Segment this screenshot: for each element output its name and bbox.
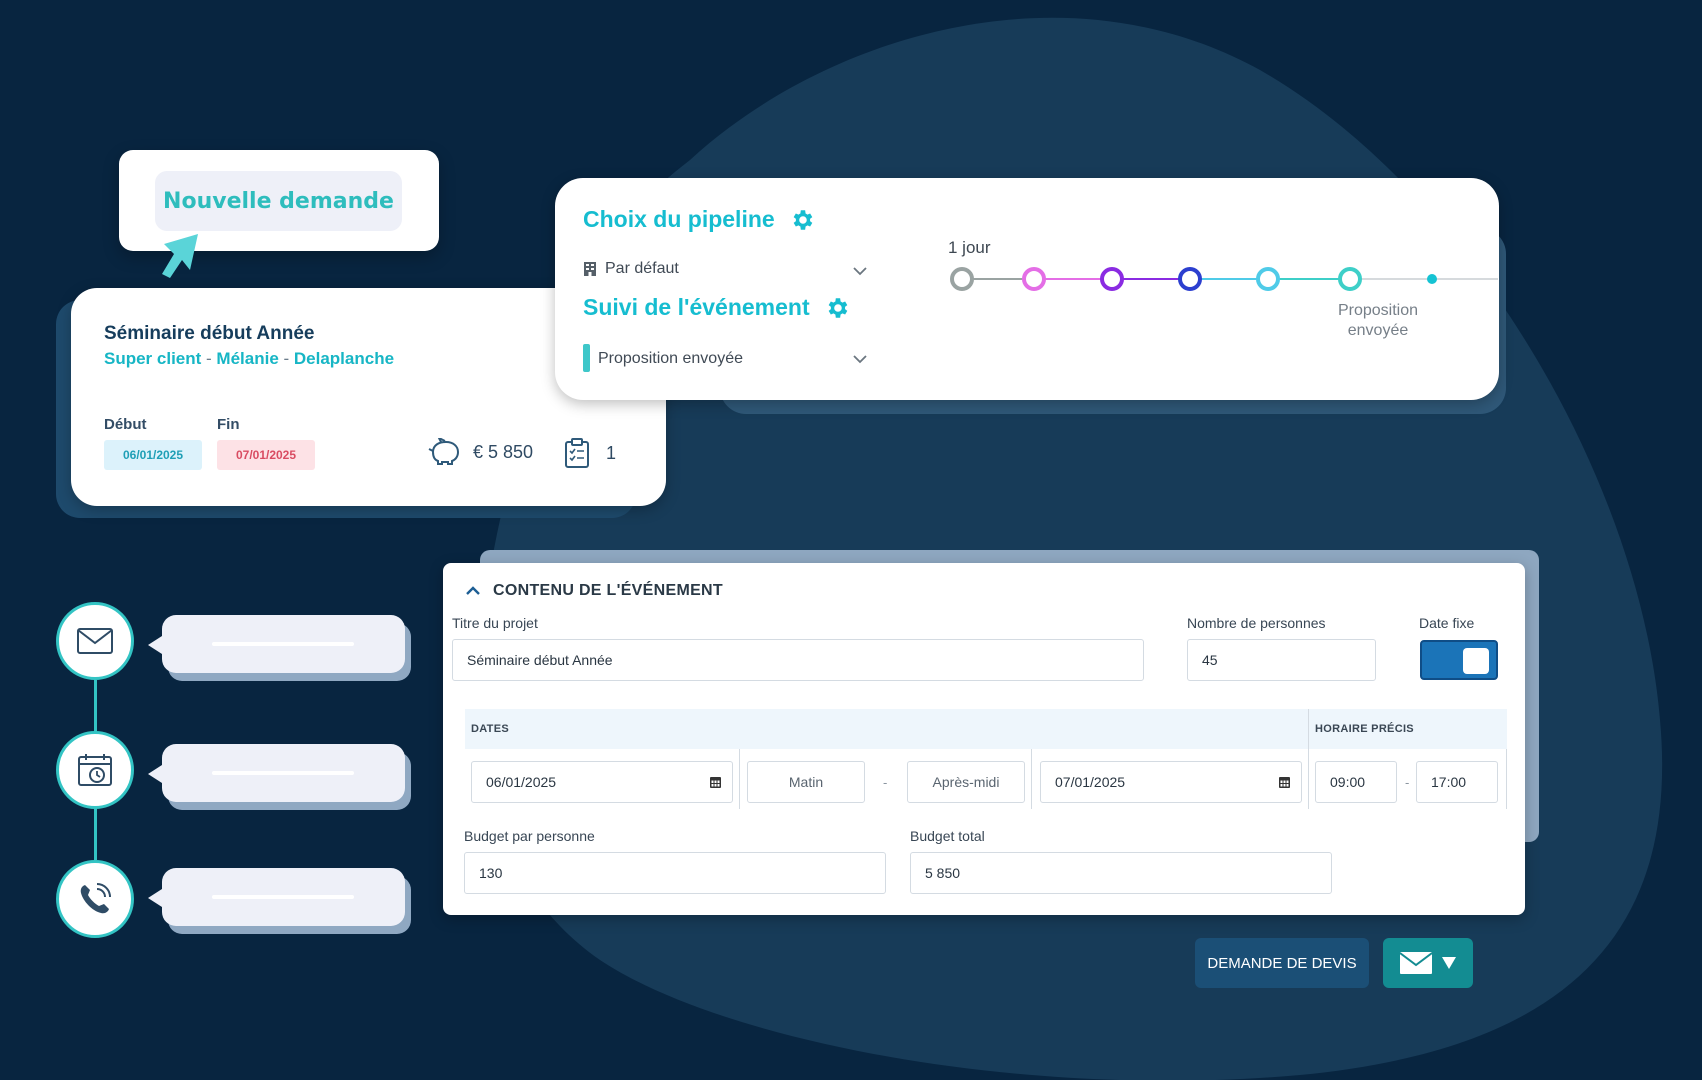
calendar-clock-icon	[78, 754, 112, 786]
event-title: Séminaire début Année	[104, 323, 315, 344]
timeline-stage-dot	[1022, 267, 1046, 291]
pipeline-select[interactable]: Par défaut	[583, 260, 679, 278]
pipeline-select-value: Par défaut	[605, 260, 679, 277]
calendar-channel[interactable]	[56, 731, 134, 809]
people-label: Nombre de personnes	[1187, 615, 1326, 631]
phone-call-icon	[80, 883, 111, 914]
chevron-down-icon[interactable]	[852, 266, 868, 276]
phone-bubble	[148, 868, 405, 926]
timeline-stage-dot	[1178, 267, 1202, 291]
column-separator	[739, 749, 740, 809]
end-label: Fin	[217, 416, 240, 433]
pipeline-timeline	[950, 267, 1498, 291]
clipboard-list-icon	[565, 438, 589, 468]
time-separator: -	[1405, 775, 1410, 790]
end-time-input[interactable]: 17:00	[1416, 761, 1498, 803]
mail-bubble	[148, 615, 405, 673]
event-stage-select[interactable]: Proposition envoyée	[598, 350, 743, 368]
timeline-stage-dot	[950, 267, 974, 291]
end-period-select[interactable]: Après-midi	[907, 761, 1025, 803]
start-date-input[interactable]: 06/01/2025	[471, 761, 733, 803]
stage-color-bar	[583, 344, 590, 372]
channel-connector	[94, 808, 97, 860]
event-client: Super client - Mélanie - Delaplanche	[104, 349, 395, 368]
timeline-duration: 1 jour	[948, 238, 991, 257]
start-label: Début	[104, 416, 147, 433]
placeholder-line	[212, 642, 354, 646]
start-date-value: 06/01/2025	[486, 774, 557, 790]
calendar-bubble	[148, 744, 405, 802]
fixed-date-toggle[interactable]	[1420, 640, 1498, 680]
caret-down-icon	[1442, 957, 1456, 969]
column-separator	[1031, 749, 1032, 809]
chevron-down-icon[interactable]	[852, 354, 868, 364]
timeline-stage-label: Proposition envoyée	[1337, 302, 1419, 339]
pipeline-card: Choix du pipeline Par défaut Suivi de l'…	[555, 178, 1499, 400]
dates-header: DATES	[471, 723, 509, 735]
start-period-select[interactable]: Matin	[747, 761, 865, 803]
send-mail-dropdown-button[interactable]	[1383, 938, 1473, 988]
people-input[interactable]: 45	[1187, 639, 1376, 681]
piggy-bank-icon	[428, 438, 460, 465]
event-stage-value: Proposition envoyée	[598, 350, 743, 367]
timeline-stage-dot	[1338, 267, 1362, 291]
start-date-badge: 06/01/2025	[104, 440, 202, 470]
gear-icon[interactable]	[789, 207, 815, 233]
tasks-count: 1	[606, 442, 617, 463]
column-separator	[1506, 749, 1507, 809]
gear-icon[interactable]	[824, 295, 850, 321]
calendar-icon[interactable]	[1278, 775, 1291, 789]
time-header: HORAIRE PRÉCIS	[1315, 723, 1414, 735]
timeline-stage-dot	[1427, 274, 1437, 284]
fixed-date-label: Date fixe	[1419, 615, 1475, 631]
end-date-input[interactable]: 07/01/2025	[1040, 761, 1302, 803]
event-tracking-heading: Suivi de l'événement	[583, 294, 850, 321]
budget-value: € 5 850	[473, 441, 534, 462]
event-tracking-title: Suivi de l'événement	[583, 294, 810, 320]
section-header[interactable]: CONTENU DE L'ÉVÉNEMENT	[465, 582, 723, 600]
contact-last-name: Delaplanche	[293, 349, 395, 368]
start-time-input[interactable]: 09:00	[1315, 761, 1397, 803]
client-name: Super client	[104, 349, 202, 368]
placeholder-line	[212, 895, 354, 899]
timeline-stage-dot	[1256, 267, 1280, 291]
mail-icon	[77, 628, 113, 654]
toggle-knob	[1463, 648, 1489, 674]
end-date-badge: 07/01/2025	[217, 440, 315, 470]
building-icon	[584, 262, 596, 276]
chevron-up-icon[interactable]	[465, 586, 481, 596]
budget-total-input[interactable]: 5 850	[910, 852, 1332, 894]
project-title-input[interactable]: Séminaire début Année	[452, 639, 1144, 681]
budget-stat: € 5 850	[427, 438, 533, 466]
period-separator: -	[883, 775, 888, 790]
budget-total-label: Budget total	[910, 828, 985, 844]
event-content-form: CONTENU DE L'ÉVÉNEMENT Titre du projet S…	[443, 563, 1525, 915]
header-separator	[1308, 709, 1309, 749]
calendar-icon[interactable]	[709, 775, 722, 789]
timeline-stage-dot	[1100, 267, 1124, 291]
budget-per-person-label: Budget par personne	[464, 828, 595, 844]
envelope-icon	[1400, 952, 1432, 974]
pipeline-choice-title: Choix du pipeline	[583, 206, 775, 232]
project-title-label: Titre du projet	[452, 615, 538, 631]
column-separator	[1308, 749, 1309, 809]
tasks-stat: 1	[564, 438, 616, 468]
contact-first-name: Mélanie	[216, 349, 279, 368]
quote-request-button[interactable]: DEMANDE DE DEVIS	[1195, 938, 1369, 988]
cursor-icon	[162, 234, 198, 278]
new-request-button[interactable]: Nouvelle demande	[155, 171, 402, 231]
end-date-value: 07/01/2025	[1055, 774, 1126, 790]
phone-channel[interactable]	[56, 860, 134, 938]
pipeline-choice-heading: Choix du pipeline	[583, 206, 815, 233]
channel-connector	[94, 680, 97, 732]
placeholder-line	[212, 771, 354, 775]
section-title: CONTENU DE L'ÉVÉNEMENT	[493, 582, 723, 599]
budget-per-person-input[interactable]: 130	[464, 852, 886, 894]
mail-channel[interactable]	[56, 602, 134, 680]
